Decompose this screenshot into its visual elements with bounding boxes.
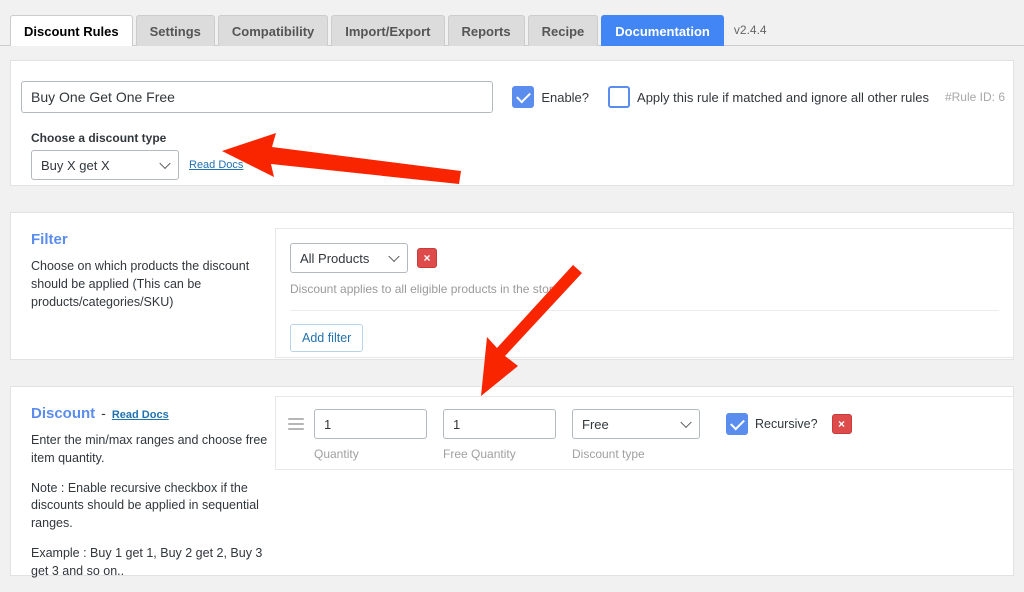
add-filter-button[interactable]: Add filter <box>290 324 364 352</box>
tab-import-export[interactable]: Import/Export <box>331 15 445 46</box>
quantity-field: Quantity <box>314 409 427 461</box>
tab-bar: Discount Rules Settings Compatibility Im… <box>0 0 1024 46</box>
discount-type-sublabel: Discount type <box>572 447 645 461</box>
filter-description: Choose on which products the discount sh… <box>31 259 250 309</box>
discount-section-title: Discount - Read Docs <box>31 405 271 422</box>
rule-header-row: Enable? Apply this rule if matched and i… <box>21 81 1005 113</box>
tab-recipe[interactable]: Recipe <box>527 15 599 46</box>
chevron-down-icon <box>680 416 692 429</box>
exclusive-checkbox[interactable] <box>608 86 631 108</box>
discount-type-selected-value: Buy X get X <box>41 157 110 173</box>
chevron-down-icon <box>388 250 400 263</box>
filter-section-info: Filter Choose on which products the disc… <box>31 231 271 323</box>
divider <box>290 310 999 311</box>
filter-row: All Products × <box>276 229 1013 273</box>
tab-discount-rules[interactable]: Discount Rules <box>10 15 133 46</box>
recursive-label: Recursive? <box>755 417 818 431</box>
discount-description-3: Example : Buy 1 get 1, Buy 2 get 2, Buy … <box>31 545 263 578</box>
filter-type-select[interactable]: All Products <box>290 243 408 273</box>
general-settings-panel: Enable? Apply this rule if matched and i… <box>10 60 1014 186</box>
tab-documentation[interactable]: Documentation <box>601 15 724 46</box>
enable-label: Enable? <box>541 89 590 105</box>
filter-hint-text: Discount applies to all eligible product… <box>290 282 560 296</box>
discount-section-info: Discount - Read Docs Enter the min/max r… <box>31 405 271 592</box>
free-quantity-sublabel: Free Quantity <box>443 447 516 461</box>
discount-rows-container: Quantity Free Quantity Free Discount typ… <box>275 396 1014 470</box>
discount-title-text: Discount <box>31 405 96 422</box>
tab-label: Reports <box>461 24 511 39</box>
free-quantity-field: Free Quantity <box>443 409 556 461</box>
tab-label: Settings <box>149 24 201 39</box>
discount-range-row: Quantity Free Quantity Free Discount typ… <box>276 397 1013 461</box>
filter-section-title: Filter <box>31 231 271 248</box>
discount-description-2: Note : Enable recursive checkbox if the … <box>31 480 259 531</box>
exclusive-label: Apply this rule if matched and ignore al… <box>637 89 929 105</box>
tab-label: Documentation <box>615 24 710 39</box>
discount-type-row-value: Free <box>582 416 609 432</box>
discount-type-row-select[interactable]: Free <box>572 409 700 439</box>
check-icon <box>729 415 745 430</box>
tab-label: Import/Export <box>345 24 431 39</box>
filter-selected-value: All Products <box>300 250 370 266</box>
plugin-version: v2.4.4 <box>733 23 767 37</box>
free-quantity-input[interactable] <box>443 409 556 439</box>
check-icon <box>515 88 531 103</box>
drag-handle-icon[interactable] <box>288 418 304 433</box>
quantity-sublabel: Quantity <box>314 447 359 461</box>
discount-type-field: Free Discount type <box>572 409 700 461</box>
tab-settings[interactable]: Settings <box>135 15 215 46</box>
discount-type-block: Choose a discount type Buy X get X Read … <box>31 131 243 180</box>
recursive-checkbox-group: Recursive? × <box>726 413 852 435</box>
quantity-input[interactable] <box>314 409 427 439</box>
enable-checkbox[interactable] <box>512 86 535 108</box>
filter-rows-container: All Products × Discount applies to all e… <box>275 228 1014 358</box>
tab-label: Recipe <box>541 24 585 39</box>
title-dash: - <box>101 405 106 421</box>
discount-type-select-row: Buy X get X Read Docs <box>31 150 243 180</box>
exclusive-checkbox-group: Apply this rule if matched and ignore al… <box>608 86 929 108</box>
remove-discount-row-button[interactable]: × <box>831 414 852 434</box>
discount-description-1: Enter the min/max ranges and choose free… <box>31 433 268 465</box>
discount-type-field-label: Choose a discount type <box>31 131 167 145</box>
chevron-down-icon <box>159 157 171 170</box>
recursive-checkbox[interactable] <box>726 413 748 435</box>
rule-title-input[interactable] <box>21 81 494 113</box>
tab-label: Discount Rules <box>24 24 119 39</box>
remove-filter-button[interactable]: × <box>417 248 437 268</box>
discount-read-docs-link[interactable]: Read Docs <box>112 409 169 421</box>
read-docs-link[interactable]: Read Docs <box>189 159 243 171</box>
rule-id-text: #Rule ID: 6 <box>944 90 1005 104</box>
enable-checkbox-group: Enable? <box>512 86 589 108</box>
tab-compatibility[interactable]: Compatibility <box>217 15 329 46</box>
tab-label: Compatibility <box>231 24 315 39</box>
discount-type-select[interactable]: Buy X get X <box>31 150 179 180</box>
tab-reports[interactable]: Reports <box>447 15 525 46</box>
filter-title-text: Filter <box>31 231 68 248</box>
